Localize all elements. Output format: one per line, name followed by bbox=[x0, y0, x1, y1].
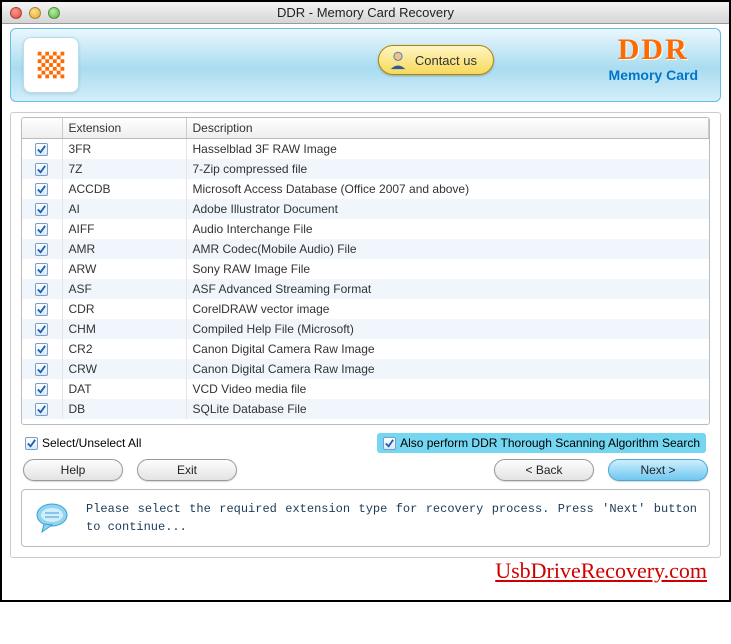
checkbox-icon[interactable] bbox=[35, 183, 48, 196]
table-row[interactable]: CDRCorelDRAW vector image bbox=[22, 299, 709, 319]
checkbox-icon[interactable] bbox=[35, 383, 48, 396]
ext-cell: ASF bbox=[62, 279, 186, 299]
ext-cell: DAT bbox=[62, 379, 186, 399]
brand-title: DDR bbox=[609, 35, 698, 65]
desc-cell: Adobe Illustrator Document bbox=[186, 199, 709, 219]
ext-cell: CDR bbox=[62, 299, 186, 319]
content-frame: Extension Description 3FRHasselblad 3F R… bbox=[10, 112, 721, 558]
ext-cell: CHM bbox=[62, 319, 186, 339]
checkbox-icon[interactable] bbox=[35, 203, 48, 216]
ext-cell: 7Z bbox=[62, 159, 186, 179]
checkbox-icon[interactable] bbox=[35, 263, 48, 276]
col-extension[interactable]: Extension bbox=[62, 118, 186, 139]
desc-cell: ASF Advanced Streaming Format bbox=[186, 279, 709, 299]
titlebar: DDR - Memory Card Recovery bbox=[2, 2, 729, 24]
select-all-option[interactable]: Select/Unselect All bbox=[25, 436, 141, 450]
ext-cell: AIFF bbox=[62, 219, 186, 239]
window-title: DDR - Memory Card Recovery bbox=[2, 5, 729, 20]
desc-cell: Compiled Help File (Microsoft) bbox=[186, 319, 709, 339]
help-button[interactable]: Help bbox=[23, 459, 123, 481]
checkbox-icon[interactable] bbox=[35, 403, 48, 416]
header-banner: Contact us DDR Memory Card bbox=[10, 28, 721, 102]
select-all-label: Select/Unselect All bbox=[42, 436, 141, 450]
checkbox-icon[interactable] bbox=[383, 437, 396, 450]
extension-table: Extension Description 3FRHasselblad 3F R… bbox=[21, 117, 710, 425]
desc-cell: Microsoft Access Database (Office 2007 a… bbox=[186, 179, 709, 199]
back-button[interactable]: < Back bbox=[494, 459, 594, 481]
table-row[interactable]: AMRAMR Codec(Mobile Audio) File bbox=[22, 239, 709, 259]
desc-cell: SQLite Database File bbox=[186, 399, 709, 419]
checkbox-icon[interactable] bbox=[35, 323, 48, 336]
info-text: Please select the required extension typ… bbox=[86, 500, 697, 536]
minimize-icon[interactable] bbox=[29, 7, 41, 19]
app-window: DDR - Memory Card Recovery Contact us DD… bbox=[0, 0, 731, 602]
table-row[interactable]: CRWCanon Digital Camera Raw Image bbox=[22, 359, 709, 379]
checkbox-icon[interactable] bbox=[35, 163, 48, 176]
checkbox-icon[interactable] bbox=[35, 223, 48, 236]
thorough-scan-label: Also perform DDR Thorough Scanning Algor… bbox=[400, 436, 700, 450]
col-check[interactable] bbox=[22, 118, 62, 139]
desc-cell: Hasselblad 3F RAW Image bbox=[186, 139, 709, 159]
brand-subtitle: Memory Card bbox=[609, 67, 698, 83]
pattern-icon bbox=[32, 46, 70, 84]
checkbox-icon[interactable] bbox=[25, 437, 38, 450]
checkbox-icon[interactable] bbox=[35, 143, 48, 156]
zoom-icon[interactable] bbox=[48, 7, 60, 19]
brand: DDR Memory Card bbox=[609, 35, 698, 83]
table-row[interactable]: AIAdobe Illustrator Document bbox=[22, 199, 709, 219]
ext-cell: AMR bbox=[62, 239, 186, 259]
checkbox-icon[interactable] bbox=[35, 363, 48, 376]
ext-cell: AI bbox=[62, 199, 186, 219]
ext-cell: CRW bbox=[62, 359, 186, 379]
desc-cell: VCD Video media file bbox=[186, 379, 709, 399]
desc-cell: AMR Codec(Mobile Audio) File bbox=[186, 239, 709, 259]
table-row[interactable]: CR2Canon Digital Camera Raw Image bbox=[22, 339, 709, 359]
ext-cell: ACCDB bbox=[62, 179, 186, 199]
desc-cell: Sony RAW Image File bbox=[186, 259, 709, 279]
table-row[interactable]: 3FRHasselblad 3F RAW Image bbox=[22, 139, 709, 159]
thorough-scan-option[interactable]: Also perform DDR Thorough Scanning Algor… bbox=[377, 433, 706, 453]
speech-bubble-icon bbox=[34, 500, 70, 536]
ext-cell: CR2 bbox=[62, 339, 186, 359]
footer-brand: UsbDriveRecovery.com bbox=[10, 558, 721, 592]
desc-cell: 7-Zip compressed file bbox=[186, 159, 709, 179]
desc-cell: Audio Interchange File bbox=[186, 219, 709, 239]
desc-cell: Canon Digital Camera Raw Image bbox=[186, 359, 709, 379]
app-logo bbox=[23, 37, 79, 93]
contact-us-label: Contact us bbox=[415, 53, 477, 68]
info-box: Please select the required extension typ… bbox=[21, 489, 710, 547]
table-row[interactable]: DBSQLite Database File bbox=[22, 399, 709, 419]
table-row[interactable]: ACCDBMicrosoft Access Database (Office 2… bbox=[22, 179, 709, 199]
checkbox-icon[interactable] bbox=[35, 243, 48, 256]
table-row[interactable]: AIFFAudio Interchange File bbox=[22, 219, 709, 239]
table-row[interactable]: ARWSony RAW Image File bbox=[22, 259, 709, 279]
table-row[interactable]: CHMCompiled Help File (Microsoft) bbox=[22, 319, 709, 339]
table-row[interactable]: 7Z7-Zip compressed file bbox=[22, 159, 709, 179]
next-button[interactable]: Next > bbox=[608, 459, 708, 481]
close-icon[interactable] bbox=[10, 7, 22, 19]
table-row[interactable]: ASFASF Advanced Streaming Format bbox=[22, 279, 709, 299]
exit-button[interactable]: Exit bbox=[137, 459, 237, 481]
contact-us-button[interactable]: Contact us bbox=[378, 45, 494, 75]
col-description[interactable]: Description bbox=[186, 118, 709, 139]
desc-cell: CorelDRAW vector image bbox=[186, 299, 709, 319]
checkbox-icon[interactable] bbox=[35, 303, 48, 316]
desc-cell: Canon Digital Camera Raw Image bbox=[186, 339, 709, 359]
ext-cell: DB bbox=[62, 399, 186, 419]
ext-cell: ARW bbox=[62, 259, 186, 279]
checkbox-icon[interactable] bbox=[35, 283, 48, 296]
table-row[interactable]: DATVCD Video media file bbox=[22, 379, 709, 399]
checkbox-icon[interactable] bbox=[35, 343, 48, 356]
person-icon bbox=[387, 49, 409, 71]
ext-cell: 3FR bbox=[62, 139, 186, 159]
